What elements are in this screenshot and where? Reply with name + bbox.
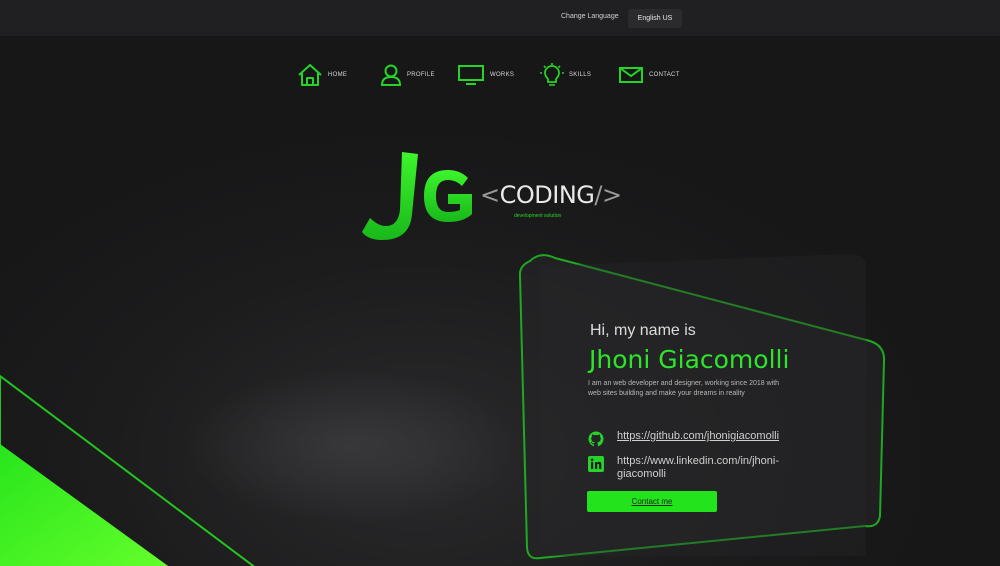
language-select[interactable]: English US: [628, 9, 682, 28]
linkedin-link[interactable]: https://www.linkedin.com/in/jhoni-giacom…: [617, 455, 822, 481]
nav-profile-label: PROFILE: [407, 72, 435, 78]
mail-icon: [619, 67, 643, 83]
home-icon: [298, 64, 322, 86]
logo-subtitle: development solution: [514, 213, 562, 219]
github-link-row[interactable]: https://github.com/jhonigiacomolli: [587, 430, 822, 447]
greeting: Hi, my name is: [590, 322, 696, 339]
nav-profile[interactable]: PROFILE: [380, 62, 435, 88]
github-icon: [587, 430, 604, 447]
contact-me-button[interactable]: Contact me: [587, 491, 717, 512]
green-filled-shape: [0, 444, 169, 566]
bio-text: I am an web developer and designer, work…: [588, 380, 780, 397]
nav-skills[interactable]: SKILLS: [540, 62, 591, 88]
lightbulb-icon: [540, 63, 564, 86]
nav-home-label: HOME: [328, 72, 348, 78]
nav-contact-label: CONTACT: [649, 72, 680, 78]
decorative-shapes: [0, 254, 886, 566]
change-language-label: Change Language: [561, 13, 619, 20]
nav-home[interactable]: HOME: [297, 62, 347, 88]
nav-contact[interactable]: CONTACT: [618, 62, 680, 88]
linkedin-icon: [587, 455, 604, 472]
linkedin-link-row[interactable]: https://www.linkedin.com/in/jhoni-giacom…: [587, 455, 822, 481]
nav-skills-label: SKILLS: [569, 72, 592, 78]
person-name: Jhoni Giacomolli: [589, 345, 790, 374]
top-bar: Change Language English US: [0, 0, 1000, 36]
monitor-icon: [458, 65, 484, 85]
logo-wordmark: <CODING/>: [480, 181, 622, 209]
github-link[interactable]: https://github.com/jhonigiacomolli: [617, 430, 822, 443]
user-icon: [380, 64, 402, 86]
hero-section: HOME PROFILE WORKS SKILLS CONTACT <CODIN…: [0, 36, 1000, 566]
main-nav: HOME PROFILE WORKS SKILLS CONTACT: [0, 62, 1000, 88]
nav-works[interactable]: WORKS: [457, 62, 514, 88]
nav-works-label: WORKS: [490, 72, 515, 78]
